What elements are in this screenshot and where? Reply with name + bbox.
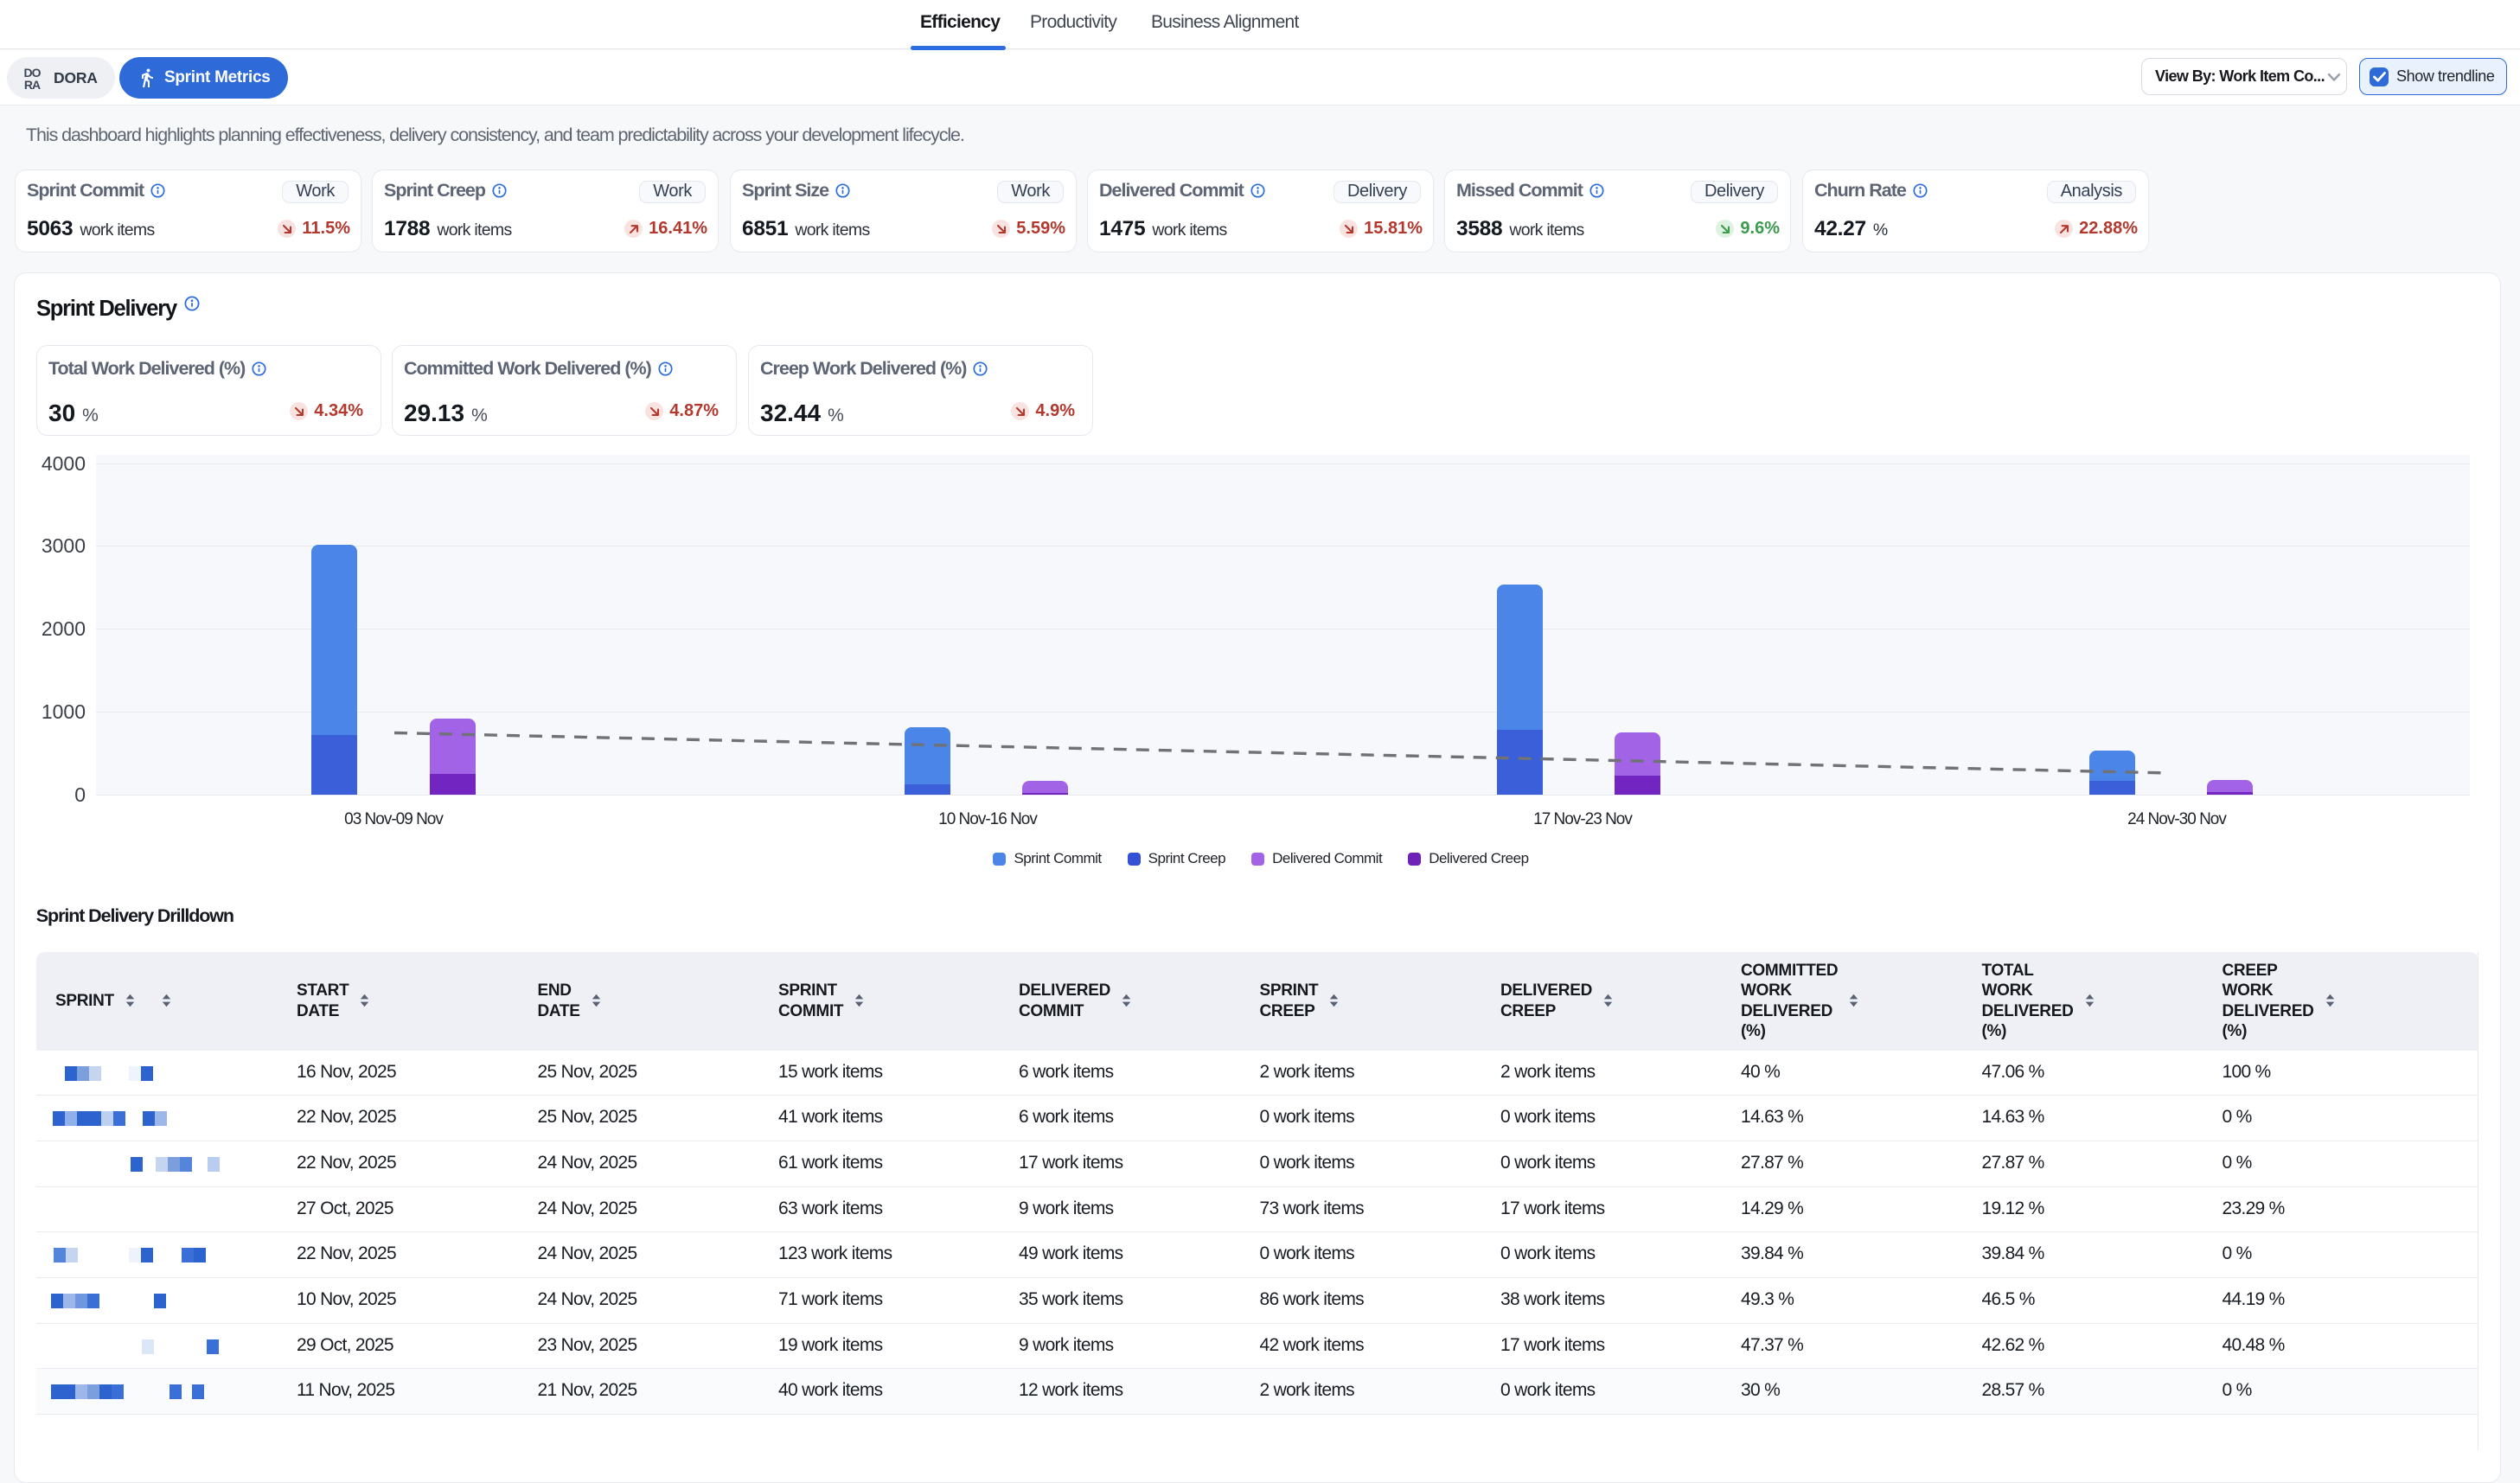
svg-text:RA: RA (24, 78, 41, 92)
